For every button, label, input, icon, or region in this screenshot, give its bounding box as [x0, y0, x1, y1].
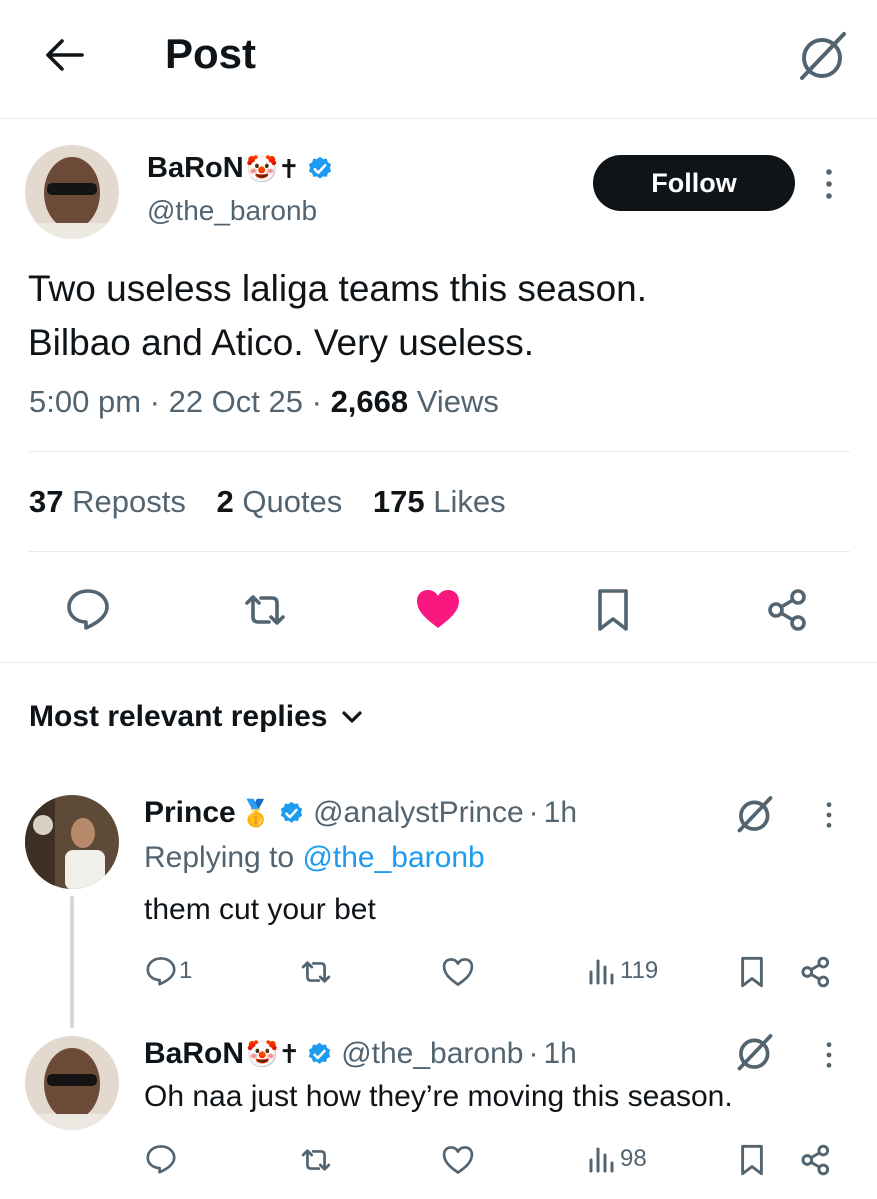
reply-avatar-prince[interactable]: [25, 795, 119, 889]
header-divider: [0, 118, 877, 119]
views-icon: [588, 1145, 616, 1173]
share-icon[interactable]: [766, 588, 810, 632]
reply-2-display-name[interactable]: BaRoN: [144, 1037, 244, 1071]
repost-icon[interactable]: [239, 589, 291, 631]
like-icon[interactable]: [442, 957, 474, 987]
chevron-down-icon: [341, 709, 363, 725]
quotes-stat[interactable]: 2 Quotes: [216, 484, 342, 519]
replying-to-handle[interactable]: @the_baronb: [302, 841, 484, 874]
reposts-stat[interactable]: 37 Reposts: [29, 484, 186, 519]
bookmark-icon[interactable]: [595, 587, 631, 633]
reply-1-handle[interactable]: @analystPrince: [313, 796, 524, 830]
reply-1-display-name[interactable]: Prince: [144, 796, 236, 830]
post-time[interactable]: 5:00 pm: [29, 384, 141, 419]
share-icon[interactable]: [800, 1144, 832, 1176]
author-name-row: BaRoN 🤡✝: [147, 152, 334, 185]
reply-icon[interactable]: [65, 587, 111, 631]
replies-sort-label: Most relevant replies: [29, 700, 328, 733]
replies-sort-dropdown[interactable]: Most relevant replies: [29, 700, 363, 734]
reply-1-time[interactable]: 1h: [544, 796, 577, 830]
reply-1-emoji: 🥇: [239, 798, 273, 828]
views-icon: [588, 957, 616, 985]
reply-thread-line: [70, 896, 74, 1028]
reply-1-header: Prince 🥇 @analystPrince · 1h: [144, 796, 578, 830]
like-icon[interactable]: [442, 1145, 474, 1175]
reply-2-handle[interactable]: @the_baronb: [341, 1037, 523, 1071]
reply-count: 1: [179, 957, 193, 984]
like-icon[interactable]: [415, 588, 461, 630]
reply-icon[interactable]: [145, 1143, 177, 1175]
author-handle[interactable]: @the_baronb: [147, 195, 317, 227]
arrow-left-icon[interactable]: [42, 37, 86, 73]
author-avatar[interactable]: [25, 145, 119, 239]
reply-icon: [145, 955, 177, 987]
reply-2-emoji: 🤡✝: [246, 1039, 301, 1069]
bookmark-icon[interactable]: [739, 1143, 765, 1177]
grok-icon[interactable]: [735, 1033, 775, 1073]
reply-1-text: them cut your bet: [144, 893, 376, 926]
post-text: Two useless laliga teams this season. Bi…: [28, 262, 647, 370]
verified-badge-icon: [306, 1041, 333, 1068]
post-views-label: Views: [416, 384, 499, 419]
repost-icon[interactable]: [297, 1145, 335, 1175]
meta-divider: [28, 451, 850, 452]
post-stats: 37 Reposts 2 Quotes 175 Likes: [29, 484, 506, 520]
reply-1-replying-to: Replying to @the_baronb: [144, 841, 485, 874]
stats-divider: [28, 551, 850, 552]
actions-divider: [0, 662, 877, 663]
post-text-line-2: Bilbao and Atico. Very useless.: [28, 322, 534, 363]
post-meta: 5:00 pm · 22 Oct 25 · 2,668 Views: [29, 384, 499, 419]
reply-2-views[interactable]: 98: [588, 1145, 647, 1173]
reply-2-header: BaRoN 🤡✝ @the_baronb · 1h: [144, 1037, 577, 1071]
post-text-line-1: Two useless laliga teams this season.: [28, 268, 648, 309]
reply-avatar-baron[interactable]: [25, 1036, 119, 1130]
post-date[interactable]: 22 Oct 25: [169, 384, 303, 419]
grok-icon[interactable]: [796, 30, 850, 84]
reply-2-text: Oh naa just how they’re moving this seas…: [144, 1080, 733, 1113]
view-count: 119: [620, 957, 659, 984]
reply-1-views[interactable]: 119: [588, 957, 658, 985]
reply-2-time[interactable]: 1h: [543, 1037, 576, 1071]
reply-1-reply-action[interactable]: 1: [145, 955, 192, 987]
author-emojis: 🤡✝: [245, 153, 300, 184]
page-title: Post: [165, 30, 257, 77]
author-display-name[interactable]: BaRoN: [147, 152, 244, 185]
repost-icon[interactable]: [297, 957, 335, 987]
grok-icon[interactable]: [735, 795, 775, 835]
more-options-icon[interactable]: [822, 167, 836, 201]
follow-button[interactable]: Follow: [593, 155, 795, 211]
verified-badge-icon: [278, 800, 305, 827]
verified-badge-icon: [306, 155, 334, 183]
bookmark-icon[interactable]: [739, 955, 765, 989]
view-count: 98: [620, 1145, 647, 1172]
more-options-icon[interactable]: [823, 799, 835, 831]
post-views-count: 2,668: [330, 384, 409, 419]
likes-stat[interactable]: 175 Likes: [373, 484, 506, 519]
share-icon[interactable]: [800, 956, 832, 988]
more-options-icon[interactable]: [823, 1039, 835, 1071]
